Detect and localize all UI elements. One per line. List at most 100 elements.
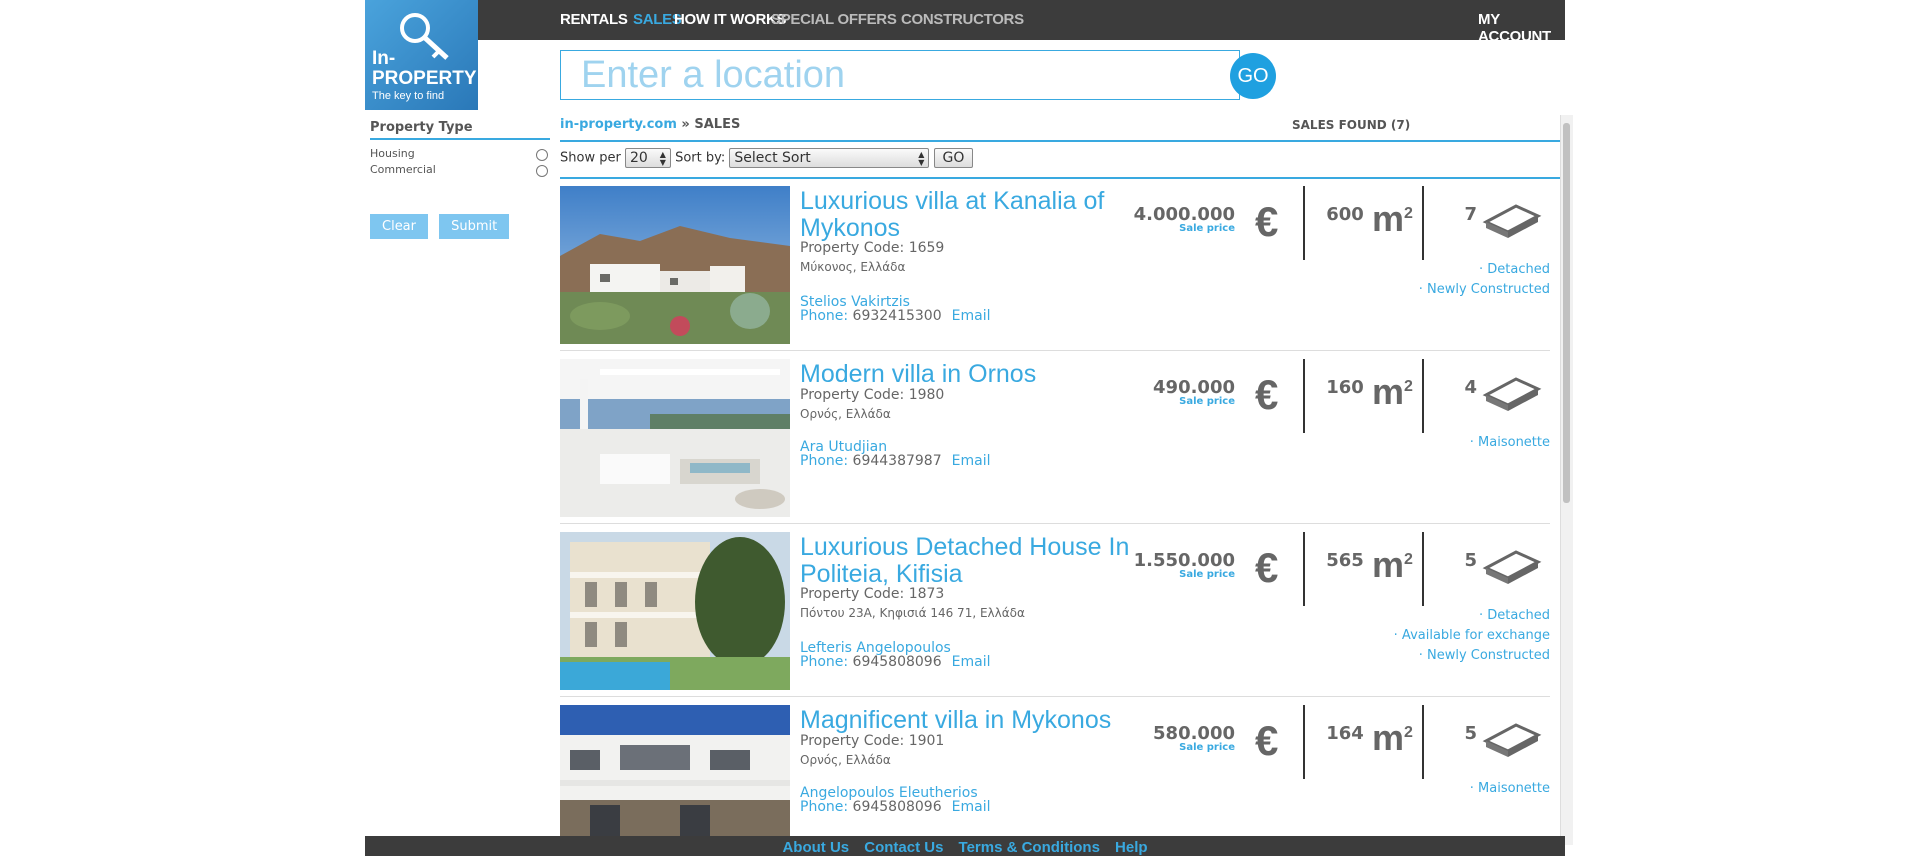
- filter-option-housing[interactable]: Housing: [370, 146, 550, 162]
- email-link[interactable]: Email: [952, 799, 991, 815]
- nav-my-account[interactable]: MY ACCOUNT: [1478, 11, 1565, 45]
- property-location: Ορνός, Ελλάδα: [800, 407, 891, 421]
- euro-icon: €: [1255, 544, 1279, 591]
- listing-item: Modern villa in Ornos Property Code: 198…: [560, 359, 1550, 524]
- phone-label: Phone:: [800, 654, 849, 670]
- agent-phone: Phone: 6945808096 Email: [800, 654, 990, 670]
- euro-icon: €: [1255, 371, 1279, 418]
- show-per-select[interactable]: 20 ▲ ▼: [624, 148, 671, 168]
- footer: About Us Contact Us Terms & Conditions H…: [365, 836, 1565, 856]
- email-link[interactable]: Email: [952, 453, 991, 469]
- area-unit: m: [1372, 544, 1405, 585]
- filter-option-commercial[interactable]: Commercial: [370, 162, 550, 178]
- listing-item: Magnificent villa in Mykonos Property Co…: [560, 705, 1550, 836]
- footer-contact-link[interactable]: Contact Us: [864, 839, 943, 856]
- tag-label: · Maisonette: [1469, 435, 1550, 450]
- listing-title[interactable]: Luxurious Detached House In Politeia, Ki…: [800, 534, 1140, 588]
- sort-select[interactable]: Select Sort ▲ ▼: [729, 148, 930, 168]
- property-photo[interactable]: [560, 705, 790, 836]
- tag-label: · Newly Constructed: [1418, 648, 1550, 663]
- area-value: 600: [1326, 204, 1364, 225]
- logo-tagline: The key to find: [372, 90, 445, 102]
- footer-help-link[interactable]: Help: [1115, 839, 1148, 856]
- tag-label: · Maisonette: [1469, 781, 1550, 796]
- results-count: SALES FOUND (7): [1292, 118, 1411, 132]
- listings: Luxurious villa at Kanalia of Mykonos Pr…: [560, 186, 1550, 836]
- logo-text-line1: In-: [372, 48, 396, 69]
- property-code: Property Code: 1980: [800, 387, 945, 403]
- logo-text-line2: PROPERTY: [372, 68, 477, 89]
- agent-phone: Phone: 6944387987 Email: [800, 453, 990, 469]
- sort-select-value: Select Sort: [734, 150, 811, 166]
- divider: [1303, 186, 1305, 260]
- nav-how-it-works[interactable]: HOW IT WORKS: [674, 11, 787, 28]
- property-photo[interactable]: [560, 359, 790, 517]
- listing-title[interactable]: Luxurious villa at Kanalia of Mykonos: [800, 188, 1140, 242]
- price-value: 4.000.000: [1133, 204, 1235, 225]
- breadcrumb-separator: »: [676, 117, 695, 132]
- area-value: 160: [1326, 377, 1364, 398]
- price-value: 580.000: [1153, 723, 1235, 744]
- area-unit-superscript: 2: [1404, 205, 1413, 222]
- breadcrumb-home-link[interactable]: in-property.com: [560, 117, 677, 132]
- area-unit-icon: m2: [1372, 198, 1413, 240]
- area-unit-icon: m2: [1372, 371, 1413, 413]
- euro-icon: €: [1255, 198, 1279, 245]
- footer-about-link[interactable]: About Us: [782, 839, 849, 856]
- area-unit: m: [1372, 198, 1405, 239]
- area-unit: m: [1372, 717, 1405, 758]
- show-per-label: Show per: [560, 150, 621, 166]
- listing-item: Luxurious villa at Kanalia of Mykonos Pr…: [560, 186, 1550, 351]
- tag-label: · Available for exchange: [1393, 628, 1550, 643]
- email-link[interactable]: Email: [952, 654, 991, 670]
- clear-button[interactable]: Clear: [370, 214, 428, 239]
- property-code: Property Code: 1901: [800, 733, 945, 749]
- property-location: Πόντου 23Α, Κηφισιά 146 71, Ελλάδα: [800, 606, 1025, 620]
- price-value: 490.000: [1153, 377, 1235, 398]
- divider: [560, 177, 1562, 179]
- housing-radio[interactable]: [536, 149, 548, 161]
- property-location: Μύκονος, Ελλάδα: [800, 260, 906, 274]
- filter-option-label: Commercial: [370, 163, 436, 176]
- listing-title[interactable]: Modern villa in Ornos: [800, 361, 1140, 388]
- nav-rentals[interactable]: RENTALS: [560, 11, 628, 28]
- bedrooms-count: 4: [1464, 377, 1477, 398]
- spinner-icon: ▲ ▼: [918, 150, 925, 167]
- divider: [1422, 705, 1424, 779]
- filter-option-label: Housing: [370, 147, 415, 160]
- nav-constructors[interactable]: CONSTRUCTORS: [901, 11, 1024, 28]
- footer-terms-link[interactable]: Terms & Conditions: [959, 839, 1100, 856]
- phone-label: Phone:: [800, 308, 849, 324]
- bedrooms-count: 5: [1464, 550, 1477, 571]
- email-link[interactable]: Email: [952, 308, 991, 324]
- listing-title[interactable]: Magnificent villa in Mykonos: [800, 707, 1140, 734]
- phone-number: 6944387987: [852, 453, 942, 469]
- bed-icon: [1482, 550, 1542, 584]
- property-tags: · Maisonette: [1470, 779, 1550, 799]
- search-go-button[interactable]: GO: [1230, 53, 1276, 99]
- location-search-input[interactable]: [560, 50, 1240, 100]
- divider: [1422, 359, 1424, 433]
- property-code: Property Code: 1659: [800, 240, 945, 256]
- price-block: 1.550.000 Sale price: [1115, 550, 1235, 580]
- scrollbar[interactable]: [1560, 115, 1573, 845]
- submit-button[interactable]: Submit: [439, 214, 510, 239]
- price-block: 4.000.000 Sale price: [1115, 204, 1235, 234]
- phone-number: 6945808096: [852, 799, 942, 815]
- property-photo[interactable]: [560, 186, 790, 344]
- scrollbar-thumb[interactable]: [1563, 123, 1570, 503]
- listing-item: Luxurious Detached House In Politeia, Ki…: [560, 532, 1550, 697]
- commercial-radio[interactable]: [536, 165, 548, 177]
- divider: [560, 140, 1562, 142]
- nav-special-offers[interactable]: SPECIAL OFFERS: [771, 11, 897, 28]
- price-value: 1.550.000: [1133, 550, 1235, 571]
- sort-go-button[interactable]: GO: [933, 148, 974, 168]
- area-unit-superscript: 2: [1404, 551, 1413, 568]
- property-tags: · Detached · Available for exchange · Ne…: [1394, 606, 1550, 666]
- price-block: 490.000 Sale price: [1115, 377, 1235, 407]
- divider: [1422, 186, 1424, 260]
- divider: [1422, 532, 1424, 606]
- logo[interactable]: In- PROPERTY The key to find: [365, 0, 478, 110]
- property-photo[interactable]: [560, 532, 790, 690]
- property-tags: · Maisonette: [1470, 433, 1550, 453]
